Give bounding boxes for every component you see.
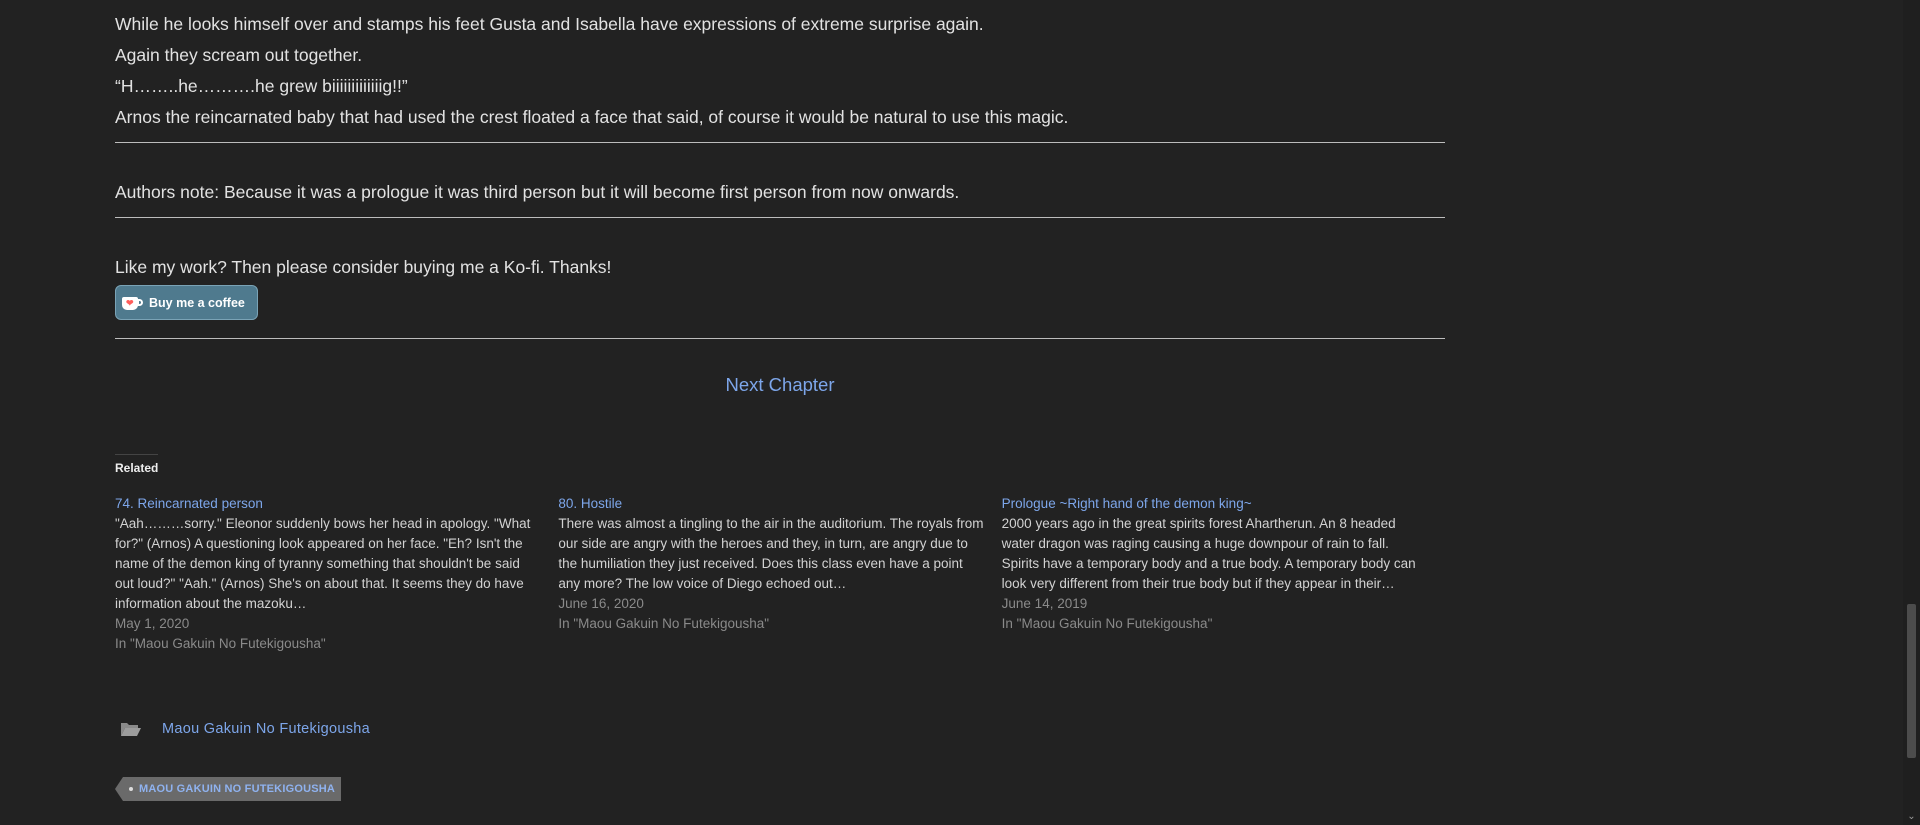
related-heading: Related (115, 454, 159, 475)
related-post-title[interactable]: 74. Reincarnated person (115, 494, 542, 514)
related-post: Prologue ~Right hand of the demon king~ … (1002, 494, 1429, 654)
kofi-button-label: Buy me a coffee (149, 295, 245, 310)
buy-me-a-coffee-button[interactable]: ❤ Buy me a coffee (115, 285, 258, 320)
kofi-message: Like my work? Then please consider buyin… (115, 257, 612, 277)
related-post: 74. Reincarnated person "Aah………sorry." E… (115, 494, 542, 654)
chevron-down-icon[interactable]: ⌄ (1906, 811, 1917, 822)
post-category: Maou Gakuin No Futekigousha (115, 721, 1445, 737)
related-post-title[interactable]: Prologue ~Right hand of the demon king~ (1002, 494, 1429, 514)
next-chapter-link[interactable]: Next Chapter (726, 374, 835, 395)
authors-note: Authors note: Because it was a prologue … (115, 182, 960, 202)
related-post-category: In "Maou Gakuin No Futekigousha" (115, 636, 326, 651)
related-post: 80. Hostile There was almost a tingling … (558, 494, 985, 654)
divider (115, 217, 1445, 218)
coffee-cup-icon: ❤ (122, 296, 144, 310)
tag-link[interactable]: MAOU GAKUIN NO FUTEKIGOUSHA (114, 777, 342, 801)
folder-open-icon (121, 723, 141, 736)
related-post-excerpt: There was almost a tingling to the air i… (558, 516, 984, 591)
story-text: While he looks himself over and stamps h… (115, 0, 1445, 133)
divider (115, 338, 1445, 339)
scrollbar-thumb[interactable] (1907, 604, 1916, 758)
divider (115, 142, 1445, 143)
article-content: While he looks himself over and stamps h… (114, 0, 1445, 801)
story-paragraph: While he looks himself over and stamps h… (115, 14, 984, 34)
related-post-title[interactable]: 80. Hostile (558, 494, 985, 514)
scrollbar[interactable]: ⌄ (1903, 0, 1920, 825)
related-posts: 74. Reincarnated person "Aah………sorry." E… (115, 494, 1445, 654)
related-post-category: In "Maou Gakuin No Futekigousha" (1001, 616, 1213, 631)
story-paragraph: Arnos the reincarnated baby that had use… (115, 107, 1069, 127)
tag-hole (129, 787, 133, 791)
related-post-category: In "Maou Gakuin No Futekigousha" (558, 616, 770, 631)
related-post-date: June 16, 2020 (558, 596, 644, 611)
story-paragraph: “H……..he……….he grew biiiiiiiiiiiiig!!” (115, 76, 408, 96)
related-post-date: May 1, 2020 (115, 616, 190, 631)
related-post-excerpt: "Aah………sorry." Eleonor suddenly bows her… (115, 516, 531, 611)
related-post-date: June 14, 2019 (1001, 596, 1088, 611)
next-chapter-nav: Next Chapter (115, 374, 1445, 396)
related-post-excerpt: 2000 years ago in the great spirits fore… (1001, 516, 1416, 591)
tag-label: MAOU GAKUIN NO FUTEKIGOUSHA (139, 783, 336, 795)
category-link[interactable]: Maou Gakuin No Futekigousha (162, 721, 370, 737)
story-paragraph: Again they scream out together. (115, 45, 363, 65)
